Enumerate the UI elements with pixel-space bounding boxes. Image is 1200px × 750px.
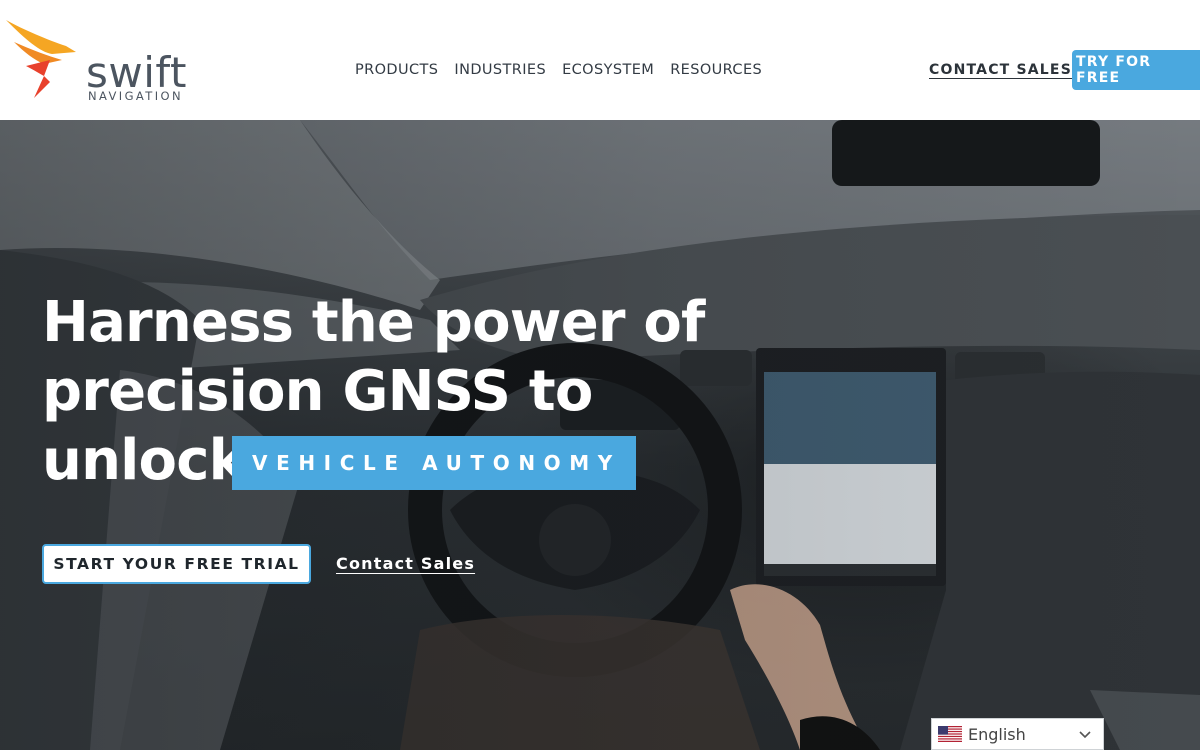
logo-wordmark: swift	[86, 48, 187, 97]
contact-sales-link[interactable]: CONTACT SALES	[929, 61, 1072, 79]
try-for-free-button[interactable]: TRY FOR FREE	[1072, 50, 1200, 90]
us-flag-icon	[938, 726, 962, 742]
start-free-trial-button[interactable]: START YOUR FREE TRIAL	[42, 544, 311, 584]
swift-bird-icon	[6, 20, 76, 98]
site-header: swift NAVIGATION PRODUCTS INDUSTRIES ECO…	[0, 0, 1200, 120]
nav-item-products[interactable]: PRODUCTS	[355, 60, 438, 80]
hero-section: Harness the power of precision GNSS to u…	[0, 120, 1200, 750]
vehicle-autonomy-badge: VEHICLE AUTONOMY	[232, 436, 636, 490]
swift-navigation-logo[interactable]: swift NAVIGATION	[4, 16, 204, 106]
chevron-down-icon	[1079, 731, 1091, 739]
nav-item-resources[interactable]: RESOURCES	[670, 60, 762, 80]
headline-line-1: Harness the power of	[42, 290, 705, 355]
language-selector[interactable]: English	[931, 718, 1104, 750]
headline-line-2: precision GNSS to	[42, 359, 593, 424]
hero-contact-sales-link[interactable]: Contact Sales	[336, 554, 475, 573]
logo-subtitle: NAVIGATION	[88, 89, 183, 103]
nav-item-industries[interactable]: INDUSTRIES	[454, 60, 546, 80]
language-label: English	[968, 724, 1026, 744]
nav-item-ecosystem[interactable]: ECOSYSTEM	[562, 60, 654, 80]
main-nav: PRODUCTS INDUSTRIES ECOSYSTEM RESOURCES	[355, 60, 778, 80]
